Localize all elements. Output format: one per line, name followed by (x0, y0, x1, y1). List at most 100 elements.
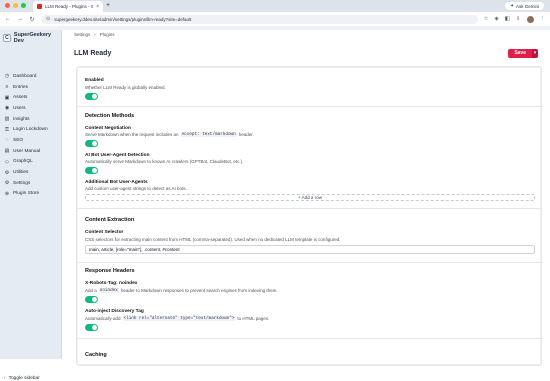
ask-gemini-label: Ask Gemini (515, 3, 539, 9)
toggle-sidebar-label: Toggle sidebar (8, 376, 40, 381)
content-negotiation-label: Content Negotiation (85, 126, 131, 131)
close-window-button[interactable] (5, 3, 10, 8)
browser-toolbar: ← → ↻ ⊙ supergeekery.ddev.site/admin/set… (0, 12, 550, 26)
sidebar-item-label: GraphQL (13, 159, 33, 165)
site-icon: C (3, 34, 11, 42)
sidebar-item-user-manual[interactable]: ▤ User Manual (4, 146, 60, 157)
entries-icon: ≡ (5, 84, 9, 91)
accept-header-code: Accept: text/markdown (180, 132, 237, 137)
site-name: SuperGeekery Dev (13, 32, 52, 44)
breadcrumb-separator: › (94, 32, 96, 37)
sidebar-item-label: Insights (13, 116, 30, 122)
additional-bots-label: Additional Bot User-Agents (85, 180, 148, 185)
toolbar-icons: ☆ ◈ ◧ ⇩ ⋮ (484, 15, 546, 23)
auto-inject-text: Automatically add (85, 316, 121, 321)
settings-icon: ⚙ (4, 180, 10, 187)
breadcrumb-settings[interactable]: Settings (74, 32, 90, 37)
sparkle-icon: ✦ (510, 3, 514, 8)
save-button[interactable]: Save (508, 48, 532, 58)
back-icon[interactable]: ← (5, 16, 11, 22)
add-row-button[interactable]: + Add a row (85, 194, 535, 201)
save-menu-button[interactable]: ▾ (532, 48, 538, 58)
robots-instructions: Add a noindex header to Markdown respons… (85, 288, 278, 293)
sidebar-item-users[interactable]: ◉ Users (4, 103, 60, 114)
enabled-label: Enabled (85, 78, 104, 83)
noindex-code: noindex (98, 288, 119, 293)
maximize-window-button[interactable] (21, 3, 26, 8)
sidebar-item-insights[interactable]: ▥ Insights (4, 114, 60, 125)
auto-inject-label: Auto-inject Discovery Tag (85, 309, 144, 314)
enabled-toggle[interactable] (85, 93, 98, 100)
insights-icon: ▥ (4, 116, 10, 123)
sidebar-item-login-lockdown[interactable]: ⚿ Login Lockdown (4, 124, 60, 135)
graphql-icon: ◇ (5, 158, 9, 165)
user-manual-icon: ▤ (4, 148, 10, 155)
section-divider (77, 338, 543, 339)
sidebar: C SuperGeekery Dev ◷ Dashboard ≡ Entries ▣ As… (0, 30, 62, 381)
extension-icon[interactable]: ◈ (494, 16, 498, 22)
tab-title: LLM Ready - Plugins - Super Geekery Dev (45, 4, 94, 9)
reload-icon[interactable]: ↻ (29, 16, 35, 23)
additional-bots-instructions: Add custom user-agent strings to detect … (85, 186, 187, 191)
url-text: supergeekery.ddev.site/admin/settings/pl… (54, 16, 192, 22)
page-header: LLM Ready Save ▾ (62, 42, 550, 64)
robots-label: X-Robots-Tag: noindex (85, 281, 138, 286)
robots-toggle[interactable] (85, 296, 98, 303)
sidebar-item-utilities[interactable]: ⚙ Utilities (4, 167, 60, 178)
sidebar-item-dashboard[interactable]: ◷ Dashboard (4, 71, 60, 82)
new-tab-button[interactable]: + (106, 2, 110, 9)
site-info-icon[interactable]: ⊙ (46, 16, 50, 22)
content-selector-input[interactable]: main, article, [role="main"], .content, … (85, 245, 535, 254)
content-selector-instructions: CSS selectors for extracting main conten… (85, 237, 341, 242)
extraction-heading: Content Extraction (85, 217, 135, 223)
browser-chrome: LLM Ready - Plugins - Super Geekery Dev … (0, 0, 550, 30)
toggle-sidebar-button[interactable]: ‹ Toggle sidebar (4, 376, 40, 381)
main-content: Settings › Plugins LLM Ready Save ▾ Enab… (62, 30, 550, 366)
download-icon[interactable]: ⇩ (516, 16, 521, 22)
auto-inject-instructions: Automatically add <link rel="alternate" … (85, 316, 269, 321)
link-tag-code: <link rel="alternate" type="text/markdow… (122, 316, 236, 321)
star-icon[interactable]: ☆ (484, 16, 489, 22)
forward-icon[interactable]: → (17, 16, 23, 22)
puzzle-icon[interactable]: ◧ (505, 16, 510, 22)
auto-inject-toggle[interactable] (85, 324, 98, 331)
sidebar-item-seo[interactable]: ◌ SEO (4, 135, 60, 146)
tab-strip: LLM Ready - Plugins - Super Geekery Dev … (0, 0, 550, 12)
site-switcher[interactable]: C SuperGeekery Dev (3, 32, 61, 44)
breadcrumb-plugins[interactable]: Plugins (100, 32, 115, 37)
ask-gemini-button[interactable]: ✦ Ask Gemini (505, 2, 544, 10)
sidebar-item-graphql[interactable]: ◇ GraphQL (4, 157, 60, 168)
save-button-group: Save ▾ (508, 48, 538, 58)
section-divider (77, 208, 543, 209)
login-lockdown-icon: ⚿ (5, 126, 9, 133)
window-controls (5, 3, 26, 8)
content-negotiation-text: Serve Markdown when the request includes… (85, 132, 179, 137)
enabled-instructions: Whether LLM Ready is globally enabled. (85, 85, 166, 90)
settings-card: Enabled Whether LLM Ready is globally en… (76, 66, 543, 366)
close-tab-icon[interactable]: × (96, 4, 99, 10)
sidebar-item-label: Entries (13, 84, 28, 90)
sidebar-item-label: SEO (13, 137, 24, 143)
sidebar-item-entries[interactable]: ≡ Entries (4, 82, 60, 93)
sidebar-item-settings[interactable]: ⚙ Settings (4, 178, 60, 189)
sidebar-item-label: Plugin Store (13, 191, 40, 197)
browser-tab[interactable]: LLM Ready - Plugins - Super Geekery Dev … (33, 1, 103, 12)
breadcrumb: Settings › Plugins (74, 32, 115, 37)
content-selector-label: Content Selector (85, 230, 124, 235)
minimize-window-button[interactable] (13, 3, 18, 8)
sidebar-item-plugin-store[interactable]: ⊕ Plugin Store (4, 189, 60, 200)
sidebar-item-label: Users (13, 105, 26, 111)
ai-bot-instructions: Automatically serve Markdown to known AI… (85, 159, 244, 164)
ai-bot-toggle[interactable] (85, 167, 98, 174)
seo-icon: ◌ (5, 137, 9, 144)
sidebar-item-label: Dashboard (13, 73, 37, 79)
favicon-icon (37, 4, 42, 9)
response-headers-heading: Response Headers (85, 268, 135, 274)
ai-bot-label: AI Bot User-Agent Detection (85, 153, 150, 158)
sidebar-item-label: Assets (13, 95, 28, 101)
sidebar-item-assets[interactable]: ▣ Assets (4, 92, 60, 103)
content-negotiation-toggle[interactable] (85, 140, 98, 147)
menu-icon[interactable]: ⋮ (540, 16, 546, 22)
profile-avatar[interactable] (526, 15, 534, 23)
address-bar[interactable]: ⊙ supergeekery.ddev.site/admin/settings/… (41, 14, 478, 24)
